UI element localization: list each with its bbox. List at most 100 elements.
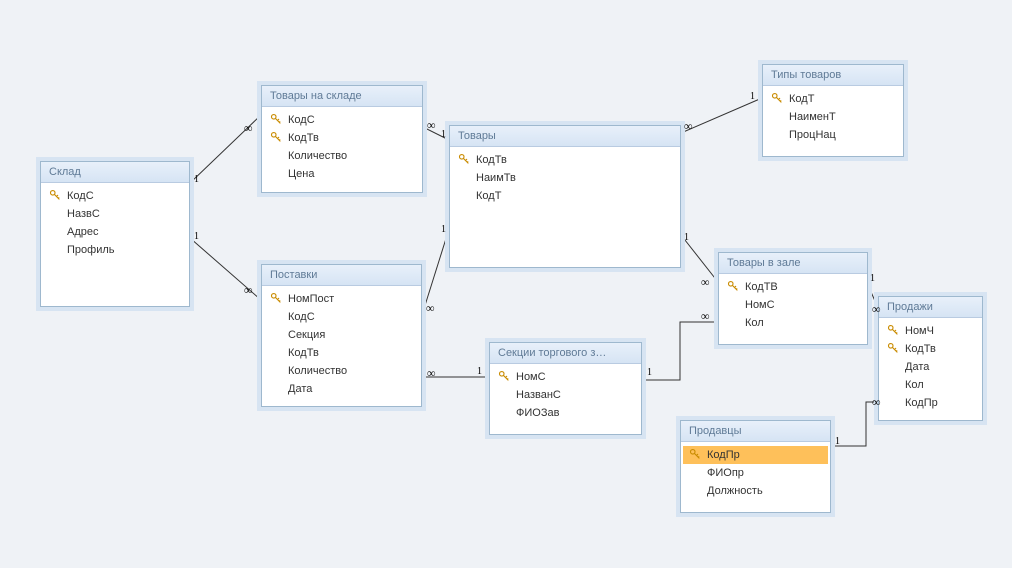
field-row[interactable]: КодПр <box>881 394 980 412</box>
relationship-line[interactable] <box>868 285 878 308</box>
field-row[interactable]: НомС <box>492 368 639 386</box>
cardinality-label: ∞ <box>427 366 436 381</box>
relationship-line[interactable] <box>423 127 449 140</box>
table-prodavcy[interactable]: Продавцы КодПрФИОпрДолжность <box>680 420 831 513</box>
field-row[interactable]: КодТ <box>452 187 678 205</box>
key-icon <box>771 92 785 106</box>
cardinality-label: 1 <box>194 231 199 242</box>
field-name: Кол <box>905 377 924 393</box>
field-row[interactable]: НомПост <box>264 290 419 308</box>
table-title[interactable]: Продавцы <box>681 421 830 442</box>
field-row[interactable]: Кол <box>721 314 865 332</box>
table-sklad[interactable]: СкладКодСНазвСАдресПрофиль <box>40 161 190 307</box>
cardinality-label: ∞ <box>701 309 710 324</box>
field-row[interactable]: НомС <box>721 296 865 314</box>
field-row[interactable]: ФИОпр <box>683 464 828 482</box>
field-row[interactable]: НаимТв <box>452 169 678 187</box>
cardinality-label: 1 <box>194 174 199 185</box>
field-row[interactable]: НомЧ <box>881 322 980 340</box>
field-row[interactable]: ФИОЗав <box>492 404 639 422</box>
field-icon-spacer <box>270 364 284 378</box>
relationship-line[interactable] <box>642 322 718 380</box>
table-tovary_sklad[interactable]: Товары на складе КодС КодТвКоличествоЦена <box>261 85 423 193</box>
field-row[interactable]: Кол <box>881 376 980 394</box>
field-row[interactable]: Должность <box>683 482 828 500</box>
er-diagram-canvas[interactable]: { "tables": { "sklad": { "title": "Склад… <box>0 0 1012 568</box>
field-row[interactable]: КодС <box>264 111 420 129</box>
field-row[interactable]: Цена <box>264 165 420 183</box>
field-row[interactable]: Дата <box>264 380 419 398</box>
field-icon-spacer <box>458 189 472 203</box>
field-row[interactable]: КодТв <box>264 129 420 147</box>
cardinality-label: ∞ <box>244 283 253 298</box>
table-title[interactable]: Товары на складе <box>262 86 422 107</box>
field-name: НомПост <box>288 291 334 307</box>
field-name: КодПр <box>905 395 938 411</box>
field-name: Количество <box>288 363 347 379</box>
field-name: КодПр <box>707 447 740 463</box>
field-row[interactable]: КодТВ <box>721 278 865 296</box>
field-row[interactable]: Секция <box>264 326 419 344</box>
field-name: Кол <box>745 315 764 331</box>
field-name: Адрес <box>67 224 99 240</box>
relationship-line[interactable] <box>681 98 762 133</box>
field-name: КодС <box>67 188 94 204</box>
relationship-line[interactable] <box>831 402 878 446</box>
field-name: Дата <box>288 381 312 397</box>
field-row[interactable]: Количество <box>264 362 419 380</box>
field-row[interactable]: КодТ <box>765 90 901 108</box>
table-sekcii[interactable]: Секции торгового з…НомСНазванСФИОЗав <box>489 342 642 435</box>
field-row[interactable]: КодПр <box>683 446 828 464</box>
field-name: КодТв <box>288 130 319 146</box>
table-prodazhi[interactable]: Продажи НомЧКодТвДатаКол КодПр <box>878 296 983 421</box>
field-name: НомС <box>745 297 775 313</box>
field-name: КодТв <box>476 152 507 168</box>
field-row[interactable]: НазвС <box>43 205 187 223</box>
field-row[interactable]: Дата <box>881 358 980 376</box>
table-body: КодТНаименТПроцНац <box>763 86 903 152</box>
field-row[interactable]: Профиль <box>43 241 187 259</box>
table-body: НомСНазванСФИОЗав <box>490 364 641 430</box>
table-body: КодСНазвСАдресПрофиль <box>41 183 189 267</box>
relationship-line[interactable] <box>422 229 449 315</box>
field-row[interactable]: Адрес <box>43 223 187 241</box>
field-row[interactable]: ПроцНац <box>765 126 901 144</box>
field-icon-spacer <box>689 466 703 480</box>
cardinality-label: ∞ <box>684 119 693 134</box>
cardinality-label: 1 <box>441 224 446 235</box>
table-title[interactable]: Склад <box>41 162 189 183</box>
table-title[interactable]: Товары в зале <box>719 253 867 274</box>
key-icon <box>270 131 282 143</box>
table-title[interactable]: Типы товаров <box>763 65 903 86</box>
field-row[interactable]: КодТв <box>881 340 980 358</box>
table-title[interactable]: Поставки <box>262 265 421 286</box>
field-name: КодТ <box>789 91 814 107</box>
relationship-line[interactable] <box>190 115 261 183</box>
key-icon <box>727 280 741 294</box>
field-icon-spacer <box>270 167 284 181</box>
field-row[interactable]: НазванС <box>492 386 639 404</box>
field-row[interactable]: КодТв <box>264 344 419 362</box>
field-icon-spacer <box>771 128 785 142</box>
relationship-line[interactable] <box>681 235 718 282</box>
table-tovary[interactable]: Товары КодТвНаимТвКодТ <box>449 125 681 268</box>
field-row[interactable]: Количество <box>264 147 420 165</box>
table-title[interactable]: Секции торгового з… <box>490 343 641 364</box>
relationship-line[interactable] <box>190 238 261 300</box>
table-vzale[interactable]: Товары в зале КодТВНомС Кол <box>718 252 868 345</box>
field-row[interactable]: КодТв <box>452 151 678 169</box>
field-name: КодС <box>288 112 315 128</box>
field-name: Цена <box>288 166 314 182</box>
table-title[interactable]: Товары <box>450 126 680 147</box>
key-icon <box>689 448 701 460</box>
table-tipy[interactable]: Типы товаровКодТНаименТПроцНац <box>762 64 904 157</box>
field-row[interactable]: КодС <box>264 308 419 326</box>
field-icon-spacer <box>270 328 284 342</box>
table-title[interactable]: Продажи <box>879 297 982 318</box>
field-row[interactable]: КодС <box>43 187 187 205</box>
field-name: Секция <box>288 327 325 343</box>
field-name: ПроцНац <box>789 127 836 143</box>
key-icon <box>270 292 282 304</box>
field-row[interactable]: НаименТ <box>765 108 901 126</box>
table-postavki[interactable]: Поставки НомПостКодССекцияКодТвКоличество… <box>261 264 422 407</box>
